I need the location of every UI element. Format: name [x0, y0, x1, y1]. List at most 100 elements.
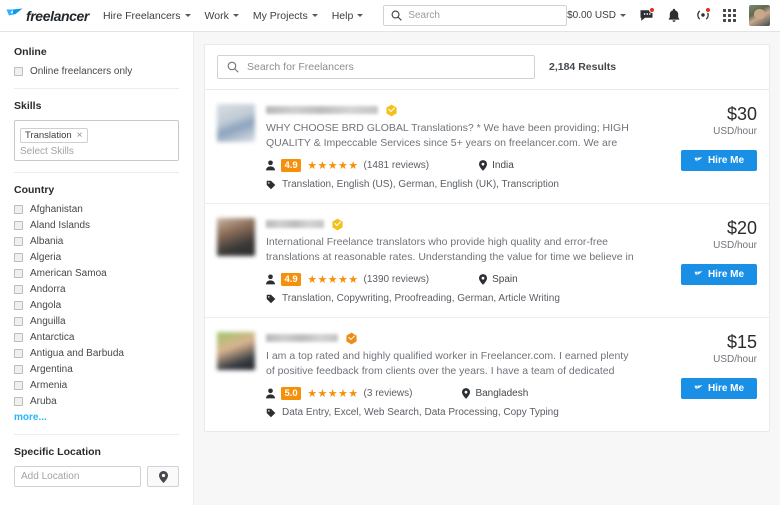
freelancer-description: I am a top rated and highly qualified wo… — [266, 350, 629, 377]
filter-online-freelancers-only[interactable]: Online freelancers only — [14, 66, 179, 77]
freelancer-result-row[interactable]: International Freelance translators who … — [205, 204, 769, 318]
nav-label: Help — [331, 9, 354, 22]
nav-item-work[interactable]: Work — [205, 10, 239, 22]
checkbox[interactable] — [14, 237, 23, 246]
tag-icon — [266, 408, 276, 417]
country-item-albania[interactable]: Albania — [14, 236, 179, 247]
broadcast-icon[interactable] — [695, 7, 711, 23]
country-item-armenia[interactable]: Armenia — [14, 380, 179, 391]
country-item-algeria[interactable]: Algeria — [14, 252, 179, 263]
checkbox[interactable] — [14, 381, 23, 390]
country-item-aland-islands[interactable]: Aland Islands — [14, 220, 179, 231]
search-bar-card: Search for Freelancers 2,184 Results — [204, 44, 770, 90]
grid-dot — [728, 9, 731, 12]
nav-item-hire-freelancers[interactable]: Hire Freelancers — [103, 10, 191, 22]
location-label: India — [492, 160, 514, 171]
bell-glyph — [668, 8, 680, 22]
country-item-angola[interactable]: Angola — [14, 300, 179, 311]
search-icon — [391, 10, 403, 21]
close-icon[interactable]: × — [77, 130, 83, 141]
divider — [14, 434, 179, 435]
country-label: Antigua and Barbuda — [30, 348, 124, 359]
freelancer-skills-row: Translation, Copywriting, Proofreading, … — [266, 293, 639, 304]
checkbox[interactable] — [14, 205, 23, 214]
country-item-anguilla[interactable]: Anguilla — [14, 316, 179, 327]
location-label: Spain — [492, 274, 518, 285]
freelancer-rate-actions: $30 USD/hour Hire Me — [649, 104, 757, 190]
balance-dropdown[interactable]: $0.00 USD — [567, 10, 626, 21]
freelancer-details: WHY CHOOSE BRD GLOBAL Translations? * We… — [266, 104, 649, 190]
rating-badge: 5.0 — [281, 387, 302, 400]
chat-unread-badge — [649, 7, 655, 13]
chat-icon[interactable] — [639, 7, 655, 23]
grid-dot — [733, 9, 736, 12]
country-item-antigua-and-barbuda[interactable]: Antigua and Barbuda — [14, 348, 179, 359]
freelancer-result-row[interactable]: I am a top rated and highly qualified wo… — [205, 318, 769, 431]
freelancer-name-redacted[interactable] — [266, 334, 338, 342]
hire-me-button[interactable]: Hire Me — [681, 150, 757, 171]
review-count: (1481 reviews) — [363, 160, 430, 171]
grid-apps-icon[interactable] — [723, 9, 736, 22]
freelancer-name-redacted[interactable] — [266, 106, 378, 114]
checkbox[interactable] — [14, 67, 23, 76]
location-pin-button[interactable] — [147, 466, 179, 487]
skills-input-box[interactable]: Translation × Select Skills — [14, 120, 179, 161]
results-list: WHY CHOOSE BRD GLOBAL Translations? * We… — [204, 90, 770, 432]
review-count: (1390 reviews) — [363, 274, 430, 285]
country-item-argentina[interactable]: Argentina — [14, 364, 179, 375]
map-pin-icon — [158, 470, 168, 483]
checkbox[interactable] — [14, 349, 23, 358]
country-label: Andorra — [30, 284, 66, 295]
checkbox[interactable] — [14, 285, 23, 294]
freelancer-avatar[interactable] — [217, 332, 255, 370]
hire-me-label: Hire Me — [707, 155, 745, 166]
skill-chip-translation[interactable]: Translation × — [20, 128, 88, 143]
verified-badge-icon — [346, 332, 357, 344]
country-item-andorra[interactable]: Andorra — [14, 284, 179, 295]
country-item-american-samoa[interactable]: American Samoa — [14, 268, 179, 279]
price-unit: USD/hour — [713, 240, 757, 251]
skills-list: Translation, English (US), German, Engli… — [282, 179, 559, 190]
bell-icon[interactable] — [667, 8, 682, 23]
hire-me-button[interactable]: Hire Me — [681, 264, 757, 285]
checkbox[interactable] — [14, 301, 23, 310]
checkbox[interactable] — [14, 269, 23, 278]
nav-item-help[interactable]: Help — [332, 10, 364, 22]
freelancer-bird-icon — [694, 156, 703, 163]
checkbox[interactable] — [14, 253, 23, 262]
freelancer-meta-row: 4.9 ★★★★★ (1390 reviews) Spain — [266, 273, 639, 286]
page-body: Online Online freelancers only Skills Tr… — [0, 32, 780, 505]
checkbox[interactable] — [14, 333, 23, 342]
country-item-antarctica[interactable]: Antarctica — [14, 332, 179, 343]
hire-me-button[interactable]: Hire Me — [681, 378, 757, 399]
freelancer-search-input[interactable]: Search for Freelancers — [217, 55, 535, 79]
freelancer-location: India — [479, 160, 514, 171]
freelancer-skills-row: Data Entry, Excel, Web Search, Data Proc… — [266, 407, 639, 418]
add-location-input[interactable]: Add Location — [14, 466, 141, 487]
freelancer-description: International Freelance translators who … — [266, 236, 634, 263]
filter-title-online: Online — [14, 46, 47, 58]
freelancer-logo[interactable]: freelancer — [6, 8, 89, 24]
country-label: Argentina — [30, 364, 73, 375]
user-avatar[interactable] — [749, 5, 770, 26]
chevron-down-icon — [357, 14, 364, 17]
checkbox[interactable] — [14, 317, 23, 326]
freelancer-meta-row: 5.0 ★★★★★ (3 reviews) Bangladesh — [266, 387, 639, 400]
header-search-box[interactable]: Search — [383, 5, 568, 26]
country-more-link[interactable]: more... — [14, 412, 179, 423]
country-item-aruba[interactable]: Aruba — [14, 396, 179, 407]
freelancer-description: WHY CHOOSE BRD GLOBAL Translations? * We… — [266, 122, 629, 149]
freelancer-result-row[interactable]: WHY CHOOSE BRD GLOBAL Translations? * We… — [205, 90, 769, 204]
checkbox[interactable] — [14, 365, 23, 374]
freelancer-avatar[interactable] — [217, 218, 255, 256]
country-item-afghanistan[interactable]: Afghanistan — [14, 204, 179, 215]
nav-item-my-projects[interactable]: My Projects — [253, 10, 318, 22]
freelancer-name-redacted[interactable] — [266, 220, 324, 228]
checkbox[interactable] — [14, 221, 23, 230]
verified-badge-icon — [386, 104, 397, 116]
freelancer-avatar[interactable] — [217, 104, 255, 142]
country-label: Antarctica — [30, 332, 75, 343]
checkbox[interactable] — [14, 397, 23, 406]
country-label: Anguilla — [30, 316, 66, 327]
tag-icon — [266, 294, 276, 303]
